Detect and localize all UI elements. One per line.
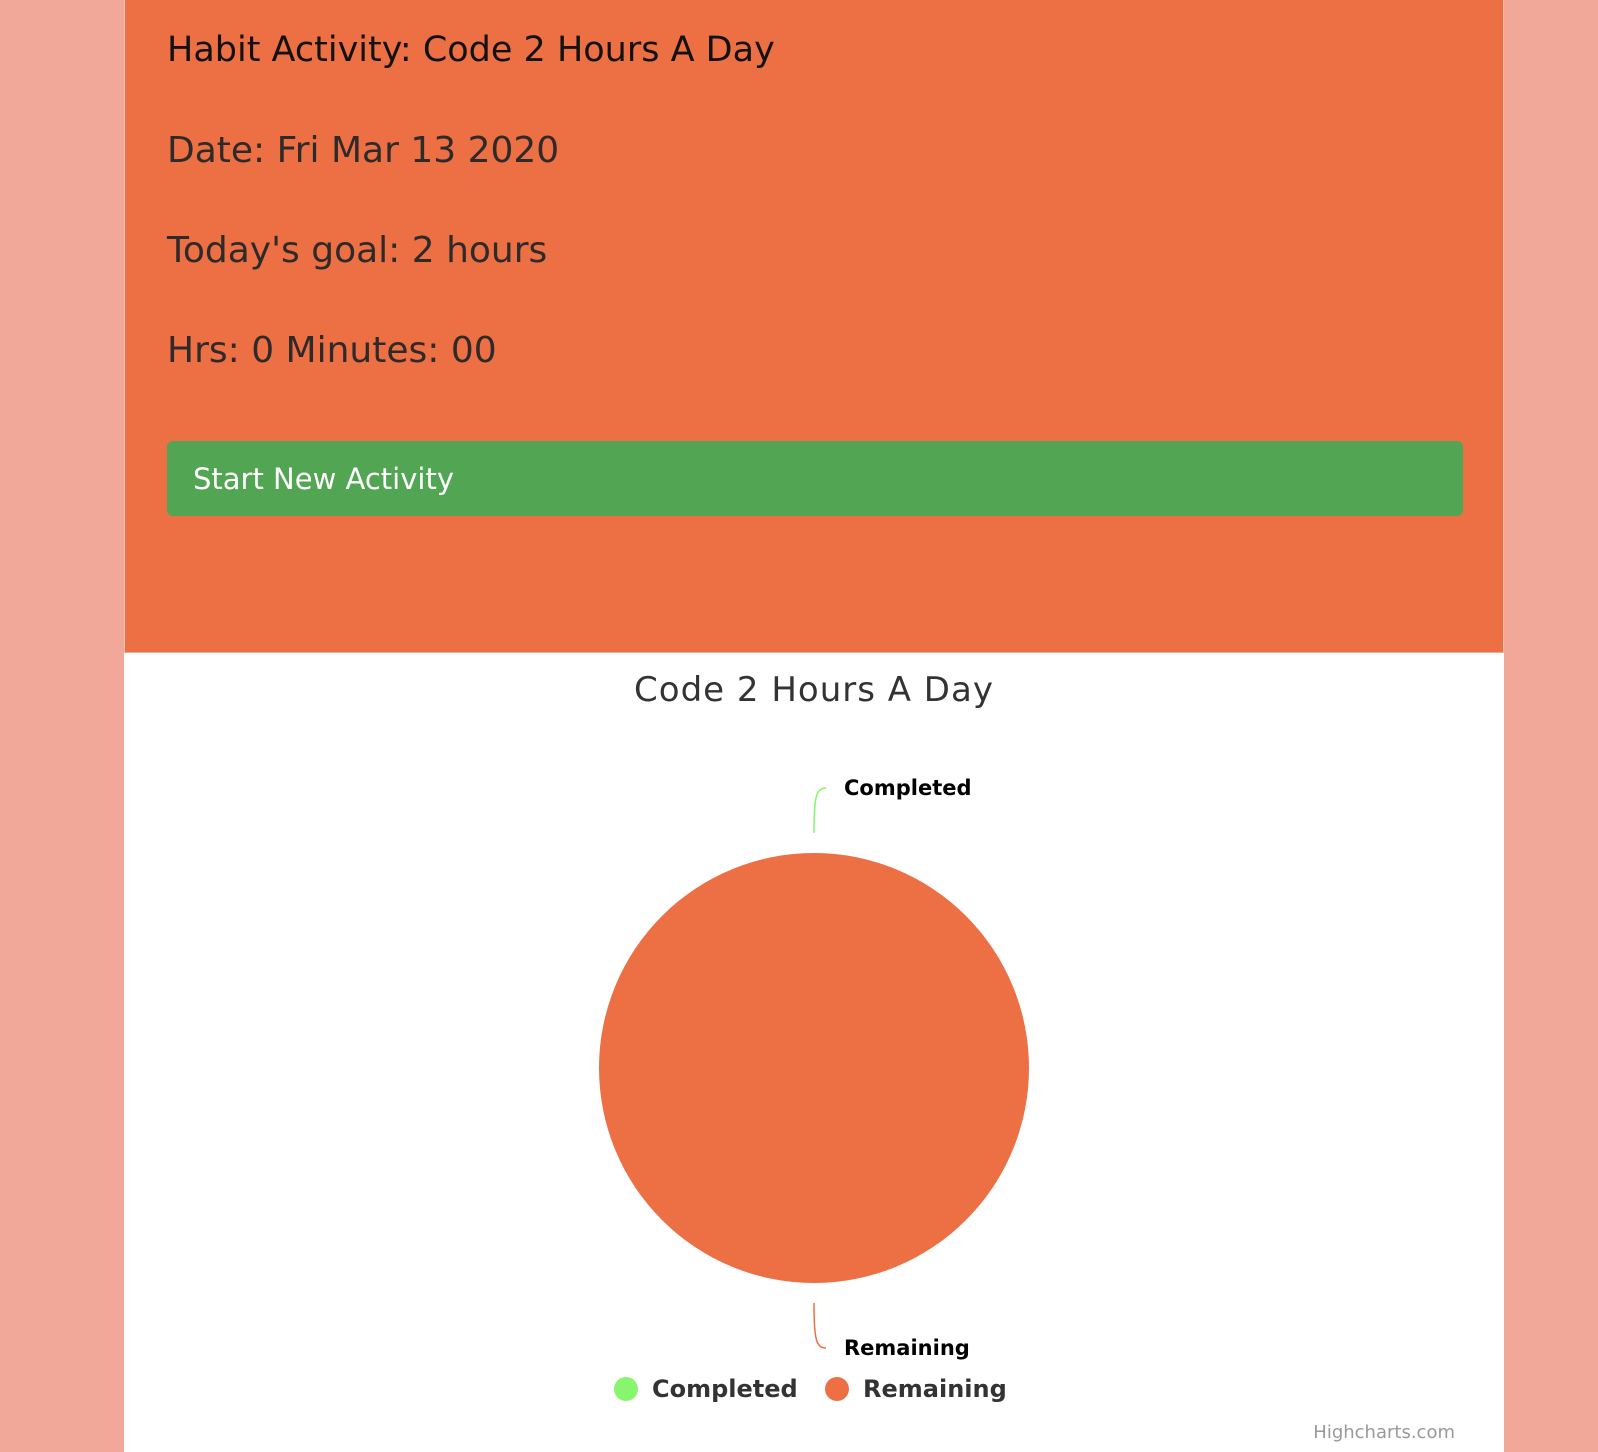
chart-credits[interactable]: Highcharts.com bbox=[1313, 1422, 1455, 1443]
start-new-activity-button[interactable]: Start New Activity bbox=[167, 441, 1463, 516]
legend-marker-completed bbox=[614, 1377, 638, 1401]
pie-chart: Code 2 Hours A Day Completed Remaining Co… bbox=[124, 653, 1504, 1452]
legend-label-remaining: Remaining bbox=[863, 1375, 1007, 1403]
chart-title: Code 2 Hours A Day bbox=[634, 670, 994, 710]
time-tracked: Hrs: 0 Minutes: 00 bbox=[167, 330, 497, 371]
habit-activity-card: Habit Activity: Code 2 Hours A Day Date:… bbox=[124, 0, 1504, 652]
pie-slice-remaining[interactable] bbox=[599, 853, 1029, 1283]
data-label-remaining: Remaining bbox=[844, 1336, 970, 1360]
activity-date: Date: Fri Mar 13 2020 bbox=[167, 130, 560, 171]
data-label-completed: Completed bbox=[844, 776, 972, 800]
habit-title: Habit Activity: Code 2 Hours A Day bbox=[167, 30, 775, 70]
legend-marker-remaining bbox=[825, 1377, 849, 1401]
chart-panel: Code 2 Hours A Day Completed Remaining Co… bbox=[124, 653, 1504, 1452]
legend-label-completed: Completed bbox=[652, 1375, 798, 1403]
page-container: Habit Activity: Code 2 Hours A Day Date:… bbox=[124, 0, 1504, 1452]
daily-goal: Today's goal: 2 hours bbox=[167, 230, 548, 271]
